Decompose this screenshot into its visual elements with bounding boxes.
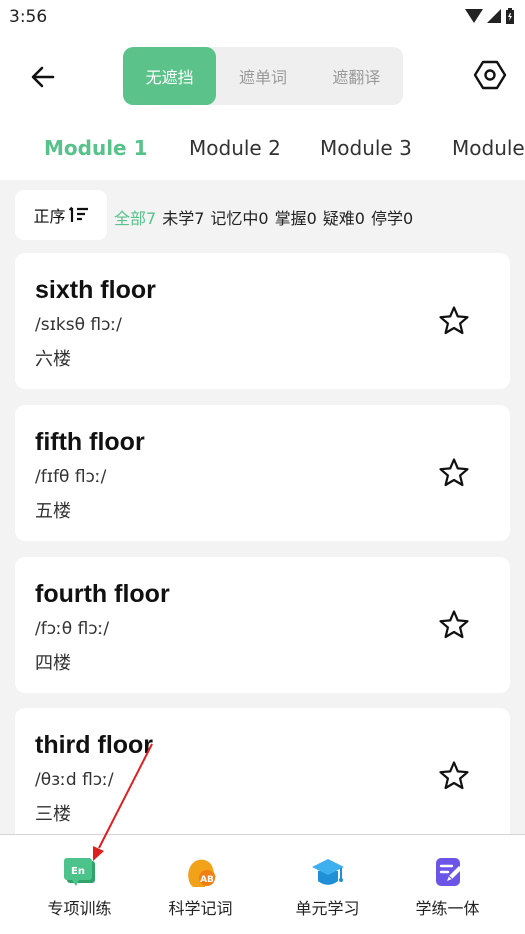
svg-text:AB: AB — [200, 875, 214, 885]
nav-label: 专项训练 — [47, 899, 112, 918]
sort-button[interactable]: 正序 — [15, 190, 107, 240]
nav-unit-study[interactable]: 单元学习 — [262, 835, 393, 934]
en-card-icon: En — [63, 858, 95, 886]
filter-bar: 正序 全部7 未学7 记忆中0 掌握0 疑难0 停学0 — [0, 180, 525, 250]
tab-module-1[interactable]: Module 1 — [44, 136, 148, 160]
word-phonetic: /θɜːd flɔː/ — [35, 770, 114, 790]
word-translation: 六楼 — [35, 349, 71, 370]
module-tabs: Module 1 Module 2 Module 3 Module — [0, 122, 525, 174]
chip-unlearned[interactable]: 未学7 — [162, 205, 204, 229]
segment-mask-translation[interactable]: 遮翻译 — [310, 47, 403, 105]
graduation-cap-icon — [311, 859, 344, 885]
word-translation: 四楼 — [35, 653, 71, 674]
chip-difficult[interactable]: 疑难0 — [323, 205, 365, 229]
sort-label: 正序 — [33, 207, 66, 226]
chip-mastered[interactable]: 掌握0 — [275, 205, 317, 229]
wifi-icon — [465, 9, 483, 23]
segment-mask-word[interactable]: 遮单词 — [216, 47, 309, 105]
status-time: 3:56 — [9, 7, 48, 27]
word-card[interactable]: third floor /θɜːd flɔː/ 三楼 — [15, 708, 510, 844]
nav-label: 科学记词 — [168, 899, 233, 918]
nav-learn-practice[interactable]: 学练一体 — [382, 835, 513, 934]
chip-memorizing[interactable]: 记忆中0 — [210, 205, 268, 229]
head-ab-icon: AB — [187, 859, 216, 887]
tab-module-4[interactable]: Module — [452, 136, 525, 160]
nav-special-training[interactable]: En 专项训练 — [14, 835, 145, 934]
nav-label: 单元学习 — [295, 899, 360, 918]
status-filter-chips: 全部7 未学7 记忆中0 掌握0 疑难0 停学0 — [114, 205, 419, 229]
word-text: fourth floor — [35, 580, 170, 608]
svg-text:En: En — [71, 866, 85, 877]
back-button[interactable] — [26, 60, 60, 94]
star-icon[interactable] — [438, 760, 470, 792]
word-translation: 三楼 — [35, 804, 71, 825]
edit-doc-icon — [435, 858, 462, 886]
word-phonetic: /fɔːθ flɔː/ — [35, 619, 110, 639]
word-text: sixth floor — [35, 276, 156, 304]
word-phonetic: /sɪksθ flɔː/ — [35, 315, 122, 335]
tab-module-3[interactable]: Module 3 — [320, 136, 412, 160]
status-bar: 3:56 — [0, 0, 525, 36]
star-icon[interactable] — [438, 305, 470, 337]
bottom-nav: En 专项训练 AB 科学记词 单元学习 学练一体 — [0, 834, 525, 934]
word-card[interactable]: sixth floor /sɪksθ flɔː/ 六楼 — [15, 253, 510, 389]
star-icon[interactable] — [438, 457, 470, 489]
chip-all[interactable]: 全部7 — [114, 205, 156, 229]
word-translation: 五楼 — [35, 501, 71, 522]
tab-module-2[interactable]: Module 2 — [189, 136, 281, 160]
battery-icon — [506, 8, 514, 24]
word-card[interactable]: fifth floor /fɪfθ flɔː/ 五楼 — [15, 405, 510, 541]
mask-mode-segment: 无遮挡 遮单词 遮翻译 — [123, 47, 403, 105]
sort-order-icon — [68, 206, 88, 222]
status-icons — [465, 8, 515, 24]
top-area: 3:56 无遮挡 遮单词 遮翻译 Module 1 Module 2 Modul… — [0, 0, 525, 180]
signal-icon — [487, 9, 501, 23]
word-text: third floor — [35, 731, 154, 759]
word-text: fifth floor — [35, 428, 145, 456]
eye-hexagon-icon — [473, 60, 507, 90]
word-phonetic: /fɪfθ flɔː/ — [35, 467, 107, 487]
chip-paused[interactable]: 停学0 — [371, 205, 413, 229]
nav-science-words[interactable]: AB 科学记词 — [135, 835, 266, 934]
view-toggle-button[interactable] — [473, 58, 507, 92]
nav-label: 学练一体 — [415, 899, 480, 918]
arrow-left-icon — [31, 66, 55, 88]
segment-no-mask[interactable]: 无遮挡 — [123, 47, 217, 105]
star-icon[interactable] — [438, 609, 470, 641]
word-card[interactable]: fourth floor /fɔːθ flɔː/ 四楼 — [15, 557, 510, 693]
